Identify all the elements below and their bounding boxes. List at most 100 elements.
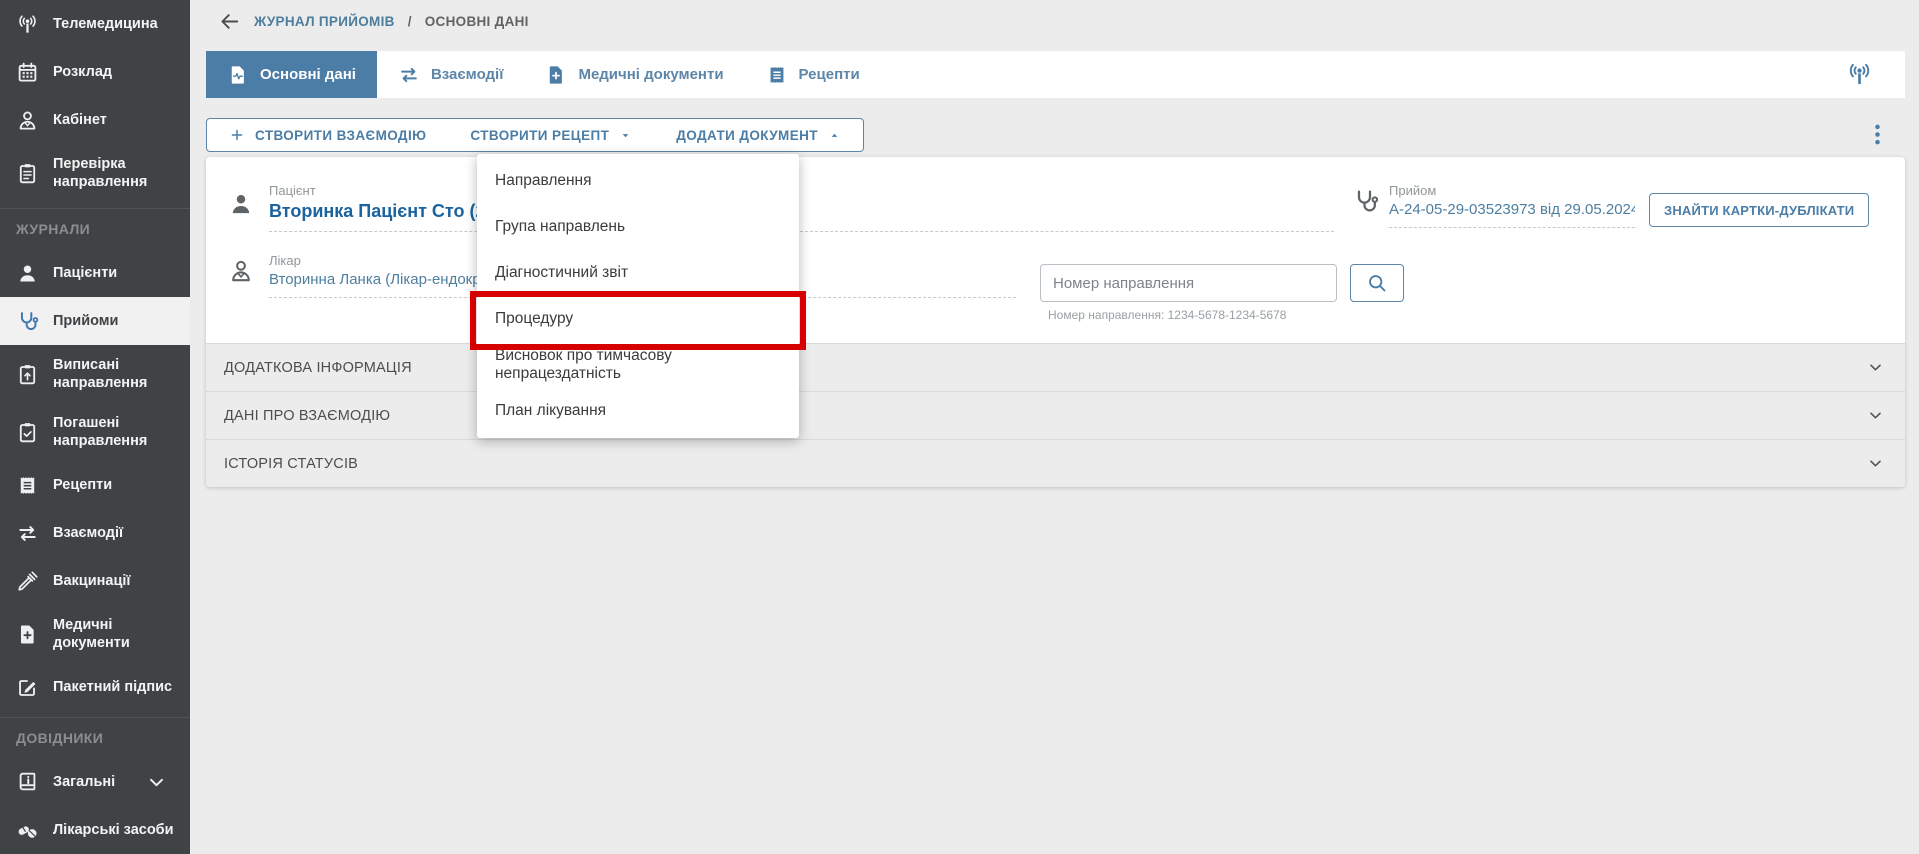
caret-down-icon bbox=[619, 129, 632, 142]
sidebar-item-label: Перевірка направлення bbox=[53, 155, 163, 191]
sidebar-item-label: Рецепти bbox=[53, 476, 112, 494]
document-pulse-icon bbox=[227, 64, 249, 86]
person-icon bbox=[16, 262, 39, 285]
pills-icon bbox=[16, 819, 39, 842]
breadcrumb-separator: / bbox=[408, 14, 412, 29]
tab-label: Медичні документи bbox=[578, 66, 723, 83]
accordion-interaction-data[interactable]: ДАНІ ПРО ВЗАЄМОДІЮ bbox=[206, 391, 1905, 439]
menu-item-diagnostic-report[interactable]: Діагностичний звіт bbox=[477, 250, 799, 296]
sidebar-item-referral-check[interactable]: Перевірка направлення bbox=[0, 144, 190, 202]
caret-up-icon bbox=[828, 129, 841, 142]
book-icon bbox=[16, 771, 39, 794]
accordion-additional-info[interactable]: ДОДАТКОВА ІНФОРМАЦІЯ bbox=[206, 343, 1905, 391]
appointment-card: Пацієнт Вторинка Пацієнт Сто (28 р Прийо… bbox=[206, 157, 1905, 487]
button-label: СТВОРИТИ РЕЦЕПТ bbox=[470, 128, 609, 143]
button-label: ДОДАТИ ДОКУМЕНТ bbox=[676, 128, 818, 143]
tab-label: Взаємодії bbox=[431, 66, 504, 83]
plus-icon bbox=[229, 127, 245, 143]
accordion-title: ДАНІ ПРО ВЗАЄМОДІЮ bbox=[224, 408, 390, 424]
add-document-button[interactable]: ДОДАТИ ДОКУМЕНТ bbox=[654, 119, 863, 151]
sidebar: Телемедицина Розклад Кабінет Перевірка н… bbox=[0, 0, 190, 854]
receipt-icon bbox=[766, 64, 788, 86]
sidebar-item-label: Вакцинації bbox=[53, 572, 130, 590]
sidebar-item-interactions[interactable]: Взаємодії bbox=[0, 509, 190, 557]
antenna-icon bbox=[16, 13, 39, 36]
stethoscope-icon bbox=[16, 310, 39, 333]
doctor-icon bbox=[228, 258, 254, 284]
sidebar-item-issued-referrals[interactable]: Виписані направлення bbox=[0, 345, 190, 403]
sidebar-item-redeemed-referrals[interactable]: Погашені направлення bbox=[0, 403, 190, 461]
menu-item-treatment-plan[interactable]: План лікування bbox=[477, 388, 799, 434]
sidebar-item-telemedicine[interactable]: Телемедицина bbox=[0, 0, 190, 48]
accordion-title: ДОДАТКОВА ІНФОРМАЦІЯ bbox=[224, 360, 412, 376]
tab-bar: Основні дані Взаємодії Медичні документи… bbox=[206, 51, 1905, 98]
sidebar-item-vaccinations[interactable]: Вакцинації bbox=[0, 557, 190, 605]
document-plus-icon bbox=[16, 623, 39, 646]
sidebar-item-appointments[interactable]: Прийоми bbox=[0, 297, 190, 345]
sidebar-item-label: Прийоми bbox=[53, 312, 118, 330]
chevron-down-icon bbox=[1866, 454, 1885, 473]
find-duplicates-button[interactable]: ЗНАЙТИ КАРТКИ-ДУБЛІКАТИ bbox=[1649, 193, 1869, 227]
menu-item-referral[interactable]: Направлення bbox=[477, 158, 799, 204]
referral-hint: Номер направлення: 1234-5678-1234-5678 bbox=[1048, 308, 1286, 322]
sidebar-item-cabinet[interactable]: Кабінет bbox=[0, 96, 190, 144]
receipt-icon bbox=[16, 474, 39, 497]
telemedicine-antenna-icon[interactable] bbox=[1846, 61, 1873, 88]
visit-number-link[interactable]: A-24-05-29-03523973 від 29.05.2024 15:52 bbox=[1389, 201, 1635, 218]
toolbar-button-group: СТВОРИТИ ВЗАЄМОДІЮ СТВОРИТИ РЕЦЕПТ ДОДАТ… bbox=[206, 118, 864, 152]
sidebar-item-label: Пацієнти bbox=[53, 264, 117, 282]
sidebar-item-medical-documents[interactable]: Медичні документи bbox=[0, 605, 190, 663]
sidebar-section-journals: ЖУРНАЛИ Пацієнти Прийоми Виписані направ… bbox=[0, 208, 190, 711]
tab-interactions[interactable]: Взаємодії bbox=[377, 51, 525, 98]
visit-field: Прийом A-24-05-29-03523973 від 29.05.202… bbox=[1389, 183, 1635, 228]
sidebar-item-general[interactable]: Загальні bbox=[0, 758, 190, 806]
syringe-icon bbox=[16, 570, 39, 593]
sidebar-section-directories: ДОВІДНИКИ Загальні Лікарські засоби Меди… bbox=[0, 717, 190, 854]
stethoscope-icon bbox=[1352, 188, 1379, 215]
sidebar-item-label: Кабінет bbox=[53, 111, 107, 129]
accordion-status-history[interactable]: ІСТОРІЯ СТАТУСІВ bbox=[206, 439, 1905, 487]
patient-name-link[interactable]: Вторинка Пацієнт Сто (28 р bbox=[269, 201, 1334, 222]
toolbar: СТВОРИТИ ВЗАЄМОДІЮ СТВОРИТИ РЕЦЕПТ ДОДАТ… bbox=[206, 118, 1905, 152]
menu-item-referral-group[interactable]: Група направлень bbox=[477, 204, 799, 250]
accordion-list: ДОДАТКОВА ІНФОРМАЦІЯ ДАНІ ПРО ВЗАЄМОДІЮ … bbox=[206, 343, 1905, 487]
sidebar-item-schedule[interactable]: Розклад bbox=[0, 48, 190, 96]
tab-main-data[interactable]: Основні дані bbox=[206, 51, 377, 98]
sidebar-item-label: Виписані направлення bbox=[53, 356, 163, 392]
clipboard-arrow-up-icon bbox=[16, 363, 39, 386]
search-referral-button[interactable] bbox=[1350, 264, 1404, 302]
patient-label: Пацієнт bbox=[269, 183, 1334, 198]
sidebar-item-batch-signing[interactable]: Пакетний підпис bbox=[0, 663, 190, 711]
breadcrumb-journal-link[interactable]: ЖУРНАЛ ПРИЙОМІВ bbox=[254, 14, 395, 29]
signature-icon bbox=[16, 676, 39, 699]
doctor-icon bbox=[16, 109, 39, 132]
sidebar-item-patients[interactable]: Пацієнти bbox=[0, 249, 190, 297]
sidebar-item-label: Розклад bbox=[53, 63, 112, 81]
sidebar-item-label: Загальні bbox=[53, 773, 115, 791]
chevron-down-icon bbox=[1866, 406, 1885, 425]
menu-item-procedure[interactable]: Процедуру bbox=[477, 296, 799, 342]
swap-arrows-icon bbox=[16, 522, 39, 545]
tab-label: Рецепти bbox=[799, 66, 860, 83]
sidebar-item-prescriptions[interactable]: Рецепти bbox=[0, 461, 190, 509]
tab-medical-documents[interactable]: Медичні документи bbox=[524, 51, 744, 98]
create-interaction-button[interactable]: СТВОРИТИ ВЗАЄМОДІЮ bbox=[207, 119, 448, 151]
document-plus-icon bbox=[545, 64, 567, 86]
menu-item-disability-conclusion[interactable]: Висновок про тимчасову непрацездатність bbox=[477, 342, 799, 388]
add-document-dropdown: Направлення Група направлень Діагностичн… bbox=[477, 154, 799, 438]
tab-prescriptions[interactable]: Рецепти bbox=[745, 51, 881, 98]
button-label: СТВОРИТИ ВЗАЄМОДІЮ bbox=[255, 128, 426, 143]
clipboard-icon bbox=[16, 162, 39, 185]
chevron-down-icon bbox=[1866, 358, 1885, 377]
clipboard-check-icon bbox=[16, 421, 39, 444]
referral-number-input[interactable] bbox=[1040, 264, 1337, 302]
calendar-icon bbox=[16, 61, 39, 84]
create-prescription-button[interactable]: СТВОРИТИ РЕЦЕПТ bbox=[448, 119, 654, 151]
visit-label: Прийом bbox=[1389, 183, 1635, 198]
back-arrow-icon[interactable] bbox=[218, 10, 241, 33]
breadcrumb-current: ОСНОВНІ ДАНІ bbox=[425, 14, 529, 29]
kebab-menu-icon[interactable] bbox=[1864, 121, 1891, 148]
section-header: ДОВІДНИКИ bbox=[0, 718, 190, 758]
sidebar-item-medicines[interactable]: Лікарські засоби bbox=[0, 806, 190, 854]
sidebar-item-label: Взаємодії bbox=[53, 524, 123, 542]
